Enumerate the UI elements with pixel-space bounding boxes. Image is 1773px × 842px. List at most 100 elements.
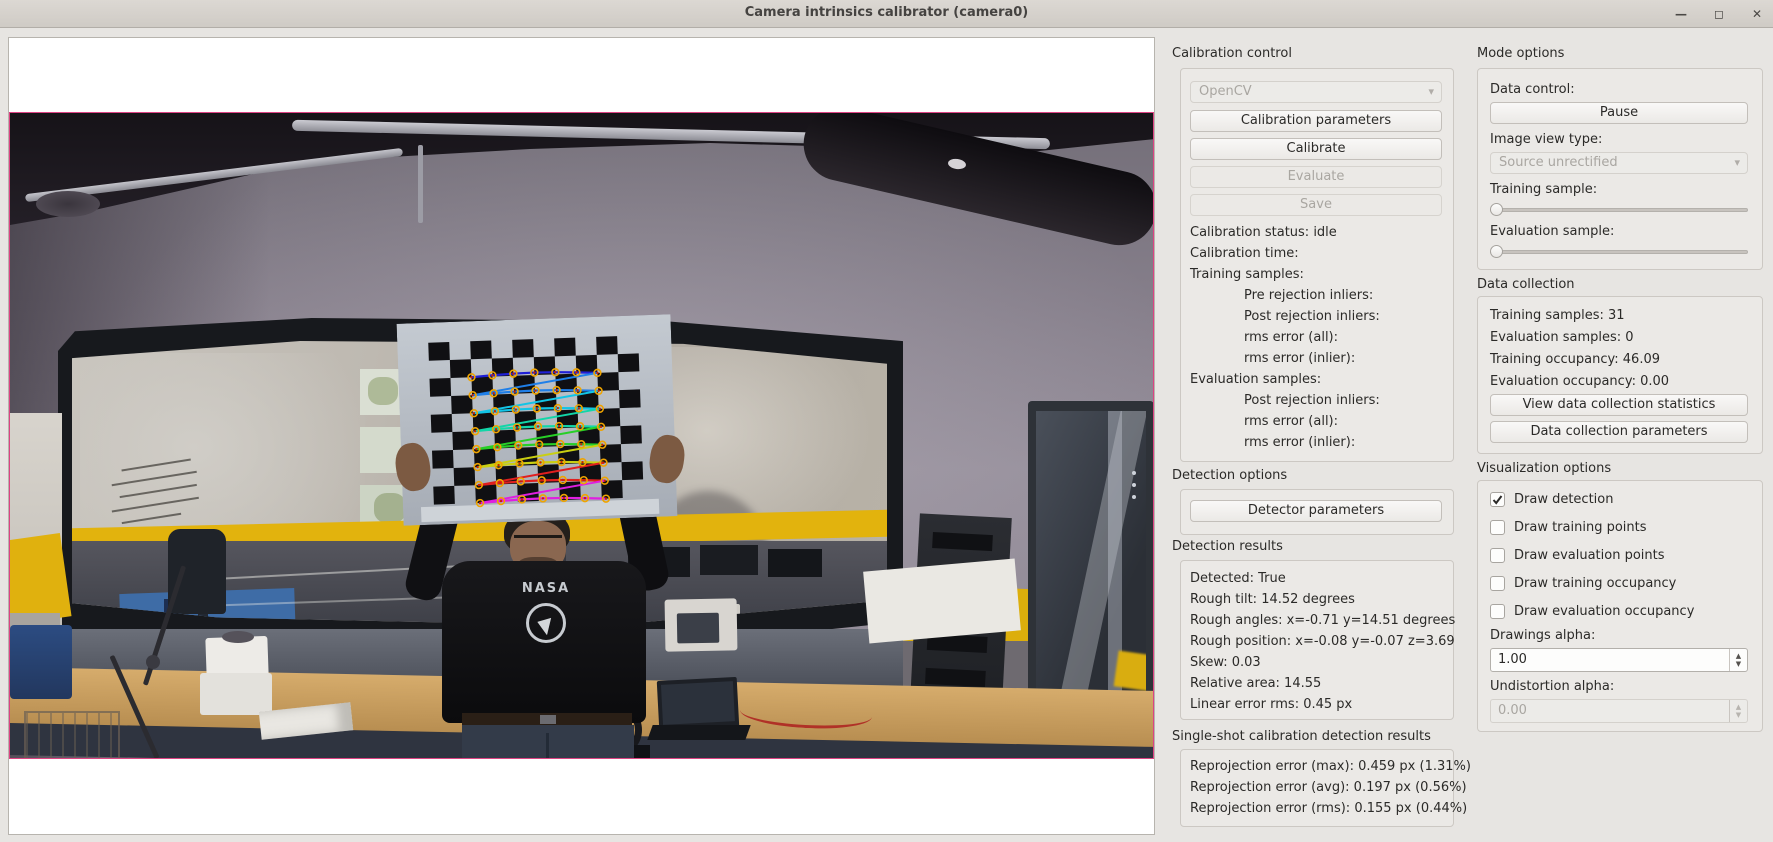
white-box-bottom <box>200 673 272 715</box>
status-line: Training samples: <box>1190 267 1304 282</box>
white-box-ring <box>222 631 254 643</box>
checkbox-checked[interactable] <box>1490 492 1505 507</box>
status-line: Calibration time: <box>1190 246 1299 261</box>
detection-result-line: Rough angles: x=-0.71 y=14.51 degrees <box>1190 613 1455 628</box>
ceiling-lamp <box>36 191 100 217</box>
detection-result-line: Linear error rms: 0.45 px <box>1190 697 1352 712</box>
checkbox-label: Draw evaluation points <box>1514 548 1665 564</box>
spin-up-icon[interactable]: ▲ <box>1736 703 1741 711</box>
slider-handle[interactable] <box>1490 203 1503 216</box>
detection-result-line: Relative area: 14.55 <box>1190 676 1321 691</box>
data-collection-parameters-button[interactable]: Data collection parameters <box>1490 421 1748 443</box>
blue-equipment-box <box>10 625 72 699</box>
check-icon <box>1492 494 1503 505</box>
data-collection-title: Data collection <box>1477 277 1575 292</box>
spin-up-icon[interactable]: ▲ <box>1736 652 1741 660</box>
data-collection-line: Training samples: 31 <box>1490 308 1625 323</box>
evaluation-sample-label: Evaluation sample: <box>1490 224 1614 239</box>
status-line: rms error (all): <box>1190 330 1338 345</box>
data-control-label: Data control: <box>1490 82 1575 97</box>
status-line: Evaluation samples: <box>1190 372 1321 387</box>
checkbox-unchecked[interactable] <box>1490 576 1505 591</box>
slider-handle[interactable] <box>1490 245 1503 258</box>
backend-select[interactable]: OpenCV ▾ <box>1190 81 1442 103</box>
image-view-type-value: Source unrectified <box>1499 155 1618 170</box>
checkbox-label: Draw training occupancy <box>1514 576 1676 592</box>
drawings-alpha-label: Drawings alpha: <box>1490 628 1595 643</box>
spinbox-value: 1.00 <box>1498 652 1527 667</box>
draw-evaluation-points-checkbox[interactable]: Draw evaluation points <box>1490 548 1740 564</box>
application-window: Camera intrinsics calibrator (camera0) —… <box>0 0 1773 842</box>
laptop-base <box>647 725 750 740</box>
draw-evaluation-occupancy-checkbox[interactable]: Draw evaluation occupancy <box>1490 604 1740 620</box>
single-shot-line: Reprojection error (avg): 0.197 px (0.56… <box>1190 780 1467 795</box>
camera-image-view[interactable]: NASA <box>8 37 1155 835</box>
spinbox-value: 0.00 <box>1498 703 1527 718</box>
view-data-collection-statistics-button[interactable]: View data collection statistics <box>1490 394 1748 416</box>
wire-basket <box>24 711 120 759</box>
data-collection-line: Training occupancy: 46.09 <box>1490 352 1660 367</box>
training-sample-slider[interactable] <box>1490 203 1748 216</box>
window-title: Camera intrinsics calibrator (camera0) <box>0 5 1773 20</box>
checkbox-unchecked[interactable] <box>1490 520 1505 535</box>
checkbox-unchecked[interactable] <box>1490 548 1505 563</box>
shirt-nasa-text: NASA <box>506 581 586 596</box>
chevron-down-icon: ▾ <box>1734 153 1740 173</box>
detection-result-line: Skew: 0.03 <box>1190 655 1261 670</box>
office-chair <box>168 529 226 614</box>
title-bar: Camera intrinsics calibrator (camera0) —… <box>0 0 1773 28</box>
image-view-type-select[interactable]: Source unrectified ▾ <box>1490 152 1748 174</box>
single-shot-line: Reprojection error (rms): 0.155 px (0.44… <box>1190 801 1467 816</box>
undistortion-alpha-label: Undistortion alpha: <box>1490 679 1614 694</box>
draw-detection-checkbox[interactable]: Draw detection <box>1490 492 1740 508</box>
calibrate-button[interactable]: Calibrate <box>1190 138 1442 160</box>
calibration-control-title: Calibration control <box>1172 46 1292 61</box>
status-line: rms error (inlier): <box>1190 351 1355 366</box>
data-collection-line: Evaluation occupancy: 0.00 <box>1490 374 1669 389</box>
detection-result-line: Rough position: x=-0.08 y=-0.07 z=3.69 <box>1190 634 1455 649</box>
checkbox-label: Draw training points <box>1514 520 1647 536</box>
training-sample-label: Training sample: <box>1490 182 1597 197</box>
ceiling-drop-pipe <box>418 145 423 223</box>
detector-parameters-button[interactable]: Detector parameters <box>1190 500 1442 522</box>
status-line: Pre rejection inliers: <box>1190 288 1373 303</box>
checkbox-label: Draw detection <box>1514 492 1613 508</box>
status-line: rms error (all): <box>1190 414 1338 429</box>
close-icon[interactable]: ✕ <box>1749 7 1765 21</box>
person-jeans <box>462 725 634 759</box>
single-shot-line: Reprojection error (max): 0.459 px (1.31… <box>1190 759 1471 774</box>
detection-options-title: Detection options <box>1172 468 1287 483</box>
printer-box <box>665 598 738 651</box>
draw-training-occupancy-checkbox[interactable]: Draw training occupancy <box>1490 576 1740 592</box>
minimize-icon[interactable]: — <box>1673 7 1689 21</box>
checkbox-unchecked[interactable] <box>1490 604 1505 619</box>
spin-down-icon[interactable]: ▼ <box>1736 660 1741 668</box>
calibration-parameters-button[interactable]: Calibration parameters <box>1190 110 1442 132</box>
status-line: Post rejection inliers: <box>1190 393 1380 408</box>
draw-training-points-checkbox[interactable]: Draw training points <box>1490 520 1740 536</box>
slider-groove <box>1490 250 1748 254</box>
save-button[interactable]: Save <box>1190 194 1442 216</box>
mic-arm-joint <box>146 655 160 669</box>
undistortion-alpha-spinbox[interactable]: 0.00 ▲ ▼ <box>1490 699 1748 723</box>
evaluate-button[interactable]: Evaluate <box>1190 166 1442 188</box>
detection-result-line: Detected: True <box>1190 571 1286 586</box>
chevron-down-icon: ▾ <box>1428 82 1434 102</box>
laptop-screen <box>657 677 740 731</box>
pause-button[interactable]: Pause <box>1490 102 1748 124</box>
single-shot-title: Single-shot calibration detection result… <box>1172 729 1431 744</box>
backend-select-value: OpenCV <box>1199 84 1252 99</box>
status-line: Calibration status: idle <box>1190 225 1337 240</box>
mode-options-title: Mode options <box>1477 46 1564 61</box>
spin-down-icon[interactable]: ▼ <box>1736 711 1741 719</box>
drawings-alpha-spinbox[interactable]: 1.00 ▲ ▼ <box>1490 648 1748 672</box>
calibration-board <box>397 314 678 525</box>
visualization-options-title: Visualization options <box>1477 461 1611 476</box>
evaluation-sample-slider[interactable] <box>1490 245 1748 258</box>
slider-groove <box>1490 208 1748 212</box>
maximize-icon[interactable]: ◻ <box>1711 7 1727 21</box>
shirt-logo-circle <box>526 603 566 643</box>
checkbox-label: Draw evaluation occupancy <box>1514 604 1694 620</box>
detection-result-line: Rough tilt: 14.52 degrees <box>1190 592 1355 607</box>
status-line: Post rejection inliers: <box>1190 309 1380 324</box>
